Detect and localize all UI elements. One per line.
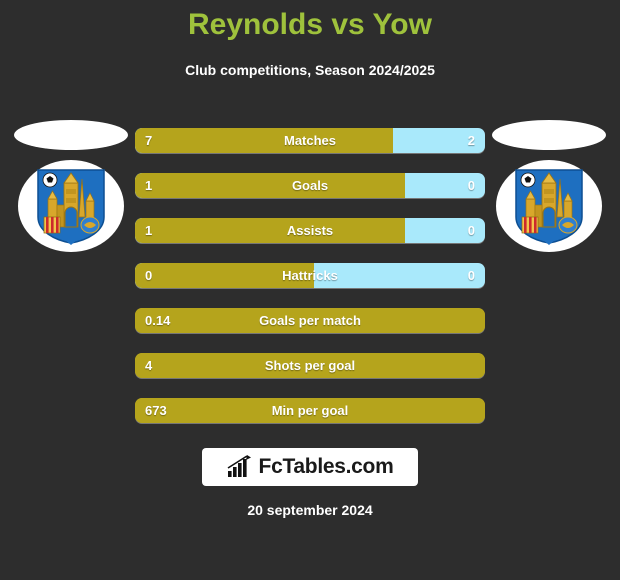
bar-chart-growth-icon <box>227 455 251 477</box>
club-crest-castle-icon <box>37 169 105 245</box>
stat-row: 4 Shots per goal <box>135 353 485 378</box>
stat-rows: 7 2 Matches 1 0 Goals 1 0 Assists 0 0 Hattricks 0.14… <box>135 128 485 443</box>
page-subtitle: Club competitions, Season 2024/2025 <box>185 62 435 78</box>
home-team-crest <box>18 160 124 252</box>
page-title: Reynolds vs Yow <box>188 8 432 41</box>
stat-row: 0.14 Goals per match <box>135 308 485 333</box>
stat-row: 0 0 Hattricks <box>135 263 485 288</box>
stat-label: Goals per match <box>259 313 361 328</box>
stat-label: Min per goal <box>271 403 349 418</box>
stat-label: Hattricks <box>282 268 338 283</box>
stat-comparison-card: Reynolds vs Yow Club competitions, Seaso… <box>0 0 620 580</box>
fctables-logo-text: FcTables.com <box>258 455 394 478</box>
match-date: 20 september 2024 <box>247 502 373 518</box>
club-crest-castle-icon <box>515 169 583 245</box>
away-team-name-plate <box>492 120 606 150</box>
away-team-crest <box>496 160 602 252</box>
away-team-block <box>484 120 614 270</box>
stat-label: Assists <box>286 223 334 238</box>
stat-label: Shots per goal <box>264 358 356 373</box>
stat-label: Goals <box>291 178 329 193</box>
stat-row: 673 Min per goal <box>135 398 485 423</box>
home-team-name-plate <box>14 120 128 150</box>
stat-row: 1 0 Goals <box>135 173 485 198</box>
fctables-logo[interactable]: FcTables.com <box>202 448 418 486</box>
stat-row: 7 2 Matches <box>135 128 485 153</box>
home-team-block <box>6 120 136 270</box>
stat-row: 1 0 Assists <box>135 218 485 243</box>
stat-label: Matches <box>283 133 337 148</box>
